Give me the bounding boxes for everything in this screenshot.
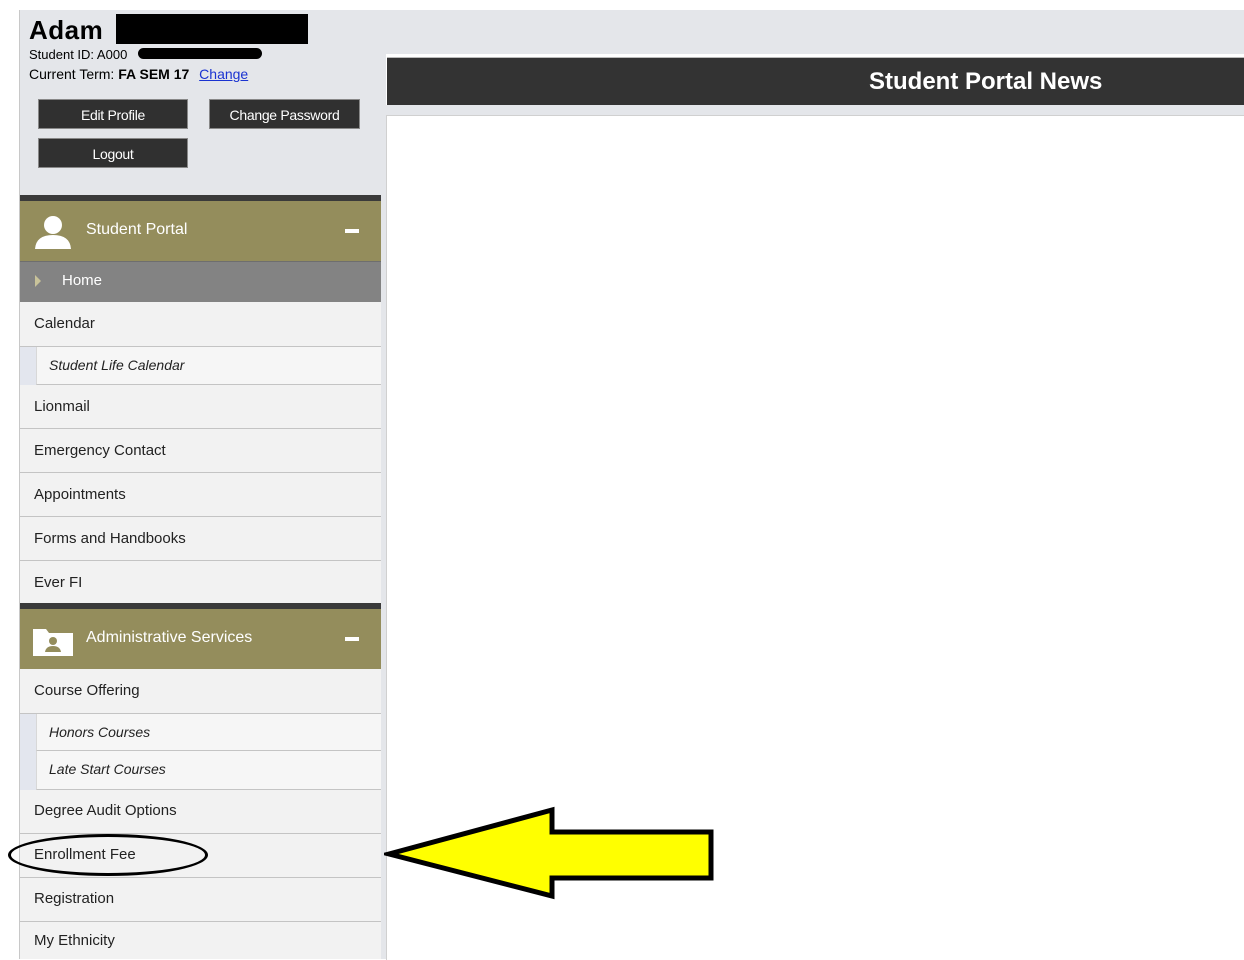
sidebar-item-label: My Ethnicity	[34, 932, 115, 949]
sidebar-item-label: Honors Courses	[49, 724, 151, 740]
student-id: Student ID: A000	[29, 47, 127, 62]
sidebar-item-label: Lionmail	[34, 398, 90, 415]
section-title: Administrative Services	[86, 629, 253, 646]
sidebar-item-my-ethnicity[interactable]: My Ethnicity	[20, 922, 381, 959]
news-header: Student Portal News	[387, 57, 1244, 106]
sidebar-item-label: Degree Audit Options	[34, 802, 177, 819]
sidebar-item-label: Emergency Contact	[34, 442, 166, 459]
pointer-arrow-icon	[384, 806, 714, 900]
sub-gutter	[20, 347, 36, 385]
logout-button[interactable]: Logout	[38, 138, 188, 168]
sidebar-item-home[interactable]: Home	[20, 261, 381, 302]
sidebar-item-label: Student Life Calendar	[49, 357, 185, 373]
sidebar-item-label: Course Offering	[34, 682, 140, 699]
sidebar-item-calendar[interactable]: Calendar	[20, 302, 381, 347]
redaction-name	[116, 14, 308, 44]
profile-panel: Adam Student ID: A000 Current Term: FA S…	[20, 10, 381, 195]
user-name: Adam	[29, 15, 104, 45]
student-id-label: Student ID: A000	[29, 47, 128, 62]
term-label: Current Term:	[29, 66, 115, 82]
folder-user-icon	[33, 629, 73, 656]
sidebar-item-label: Appointments	[34, 486, 126, 503]
sidebar-item-label: Ever FI	[34, 574, 83, 591]
news-gap	[383, 105, 1244, 115]
main-top-bar	[383, 10, 1244, 54]
sidebar-item-appointments[interactable]: Appointments	[20, 473, 381, 517]
current-term: Current Term: FA SEM 17 Change	[29, 66, 248, 82]
edit-profile-button[interactable]: Edit Profile	[38, 99, 188, 129]
sidebar-subitem-late-start-courses[interactable]: Late Start Courses	[36, 751, 381, 790]
redaction-id	[138, 48, 262, 59]
top-strip	[0, 0, 1244, 10]
news-title: Student Portal News	[869, 68, 1103, 95]
user-icon	[35, 216, 71, 249]
sidebar-item-label: Home	[62, 272, 103, 289]
highlight-ellipse	[8, 834, 208, 876]
section-title: Student Portal	[86, 221, 188, 238]
section-student-portal[interactable]: Student Portal	[20, 201, 381, 261]
sidebar-item-label: Registration	[34, 890, 115, 907]
sidebar-item-emergency-contact[interactable]: Emergency Contact	[20, 429, 381, 473]
section-administrative-services[interactable]: Administrative Services	[20, 609, 381, 669]
sidebar-item-degree-audit-options[interactable]: Degree Audit Options	[20, 790, 381, 834]
collapse-icon[interactable]	[345, 637, 359, 641]
sidebar-subitem-student-life-calendar[interactable]: Student Life Calendar	[36, 347, 381, 385]
collapse-icon[interactable]	[345, 229, 359, 233]
sidebar-item-lionmail[interactable]: Lionmail	[20, 385, 381, 429]
sidebar-item-label: Calendar	[34, 315, 95, 332]
sidebar-item-label: Late Start Courses	[49, 761, 166, 777]
caret-right-icon	[35, 275, 41, 287]
sidebar-item-registration[interactable]: Registration	[20, 878, 381, 922]
sidebar-item-ever-fi[interactable]: Ever FI	[20, 561, 381, 603]
sidebar-item-course-offering[interactable]: Course Offering	[20, 669, 381, 714]
sidebar-item-forms-and-handbooks[interactable]: Forms and Handbooks	[20, 517, 381, 561]
sidebar: Adam Student ID: A000 Current Term: FA S…	[19, 10, 381, 959]
sidebar-item-label: Forms and Handbooks	[34, 530, 186, 547]
sidebar-subitem-honors-courses[interactable]: Honors Courses	[36, 714, 381, 751]
change-term-link[interactable]: Change	[199, 66, 248, 82]
sub-gutter	[20, 714, 36, 790]
term-value: FA SEM 17	[118, 66, 190, 82]
change-password-button[interactable]: Change Password	[209, 99, 360, 129]
